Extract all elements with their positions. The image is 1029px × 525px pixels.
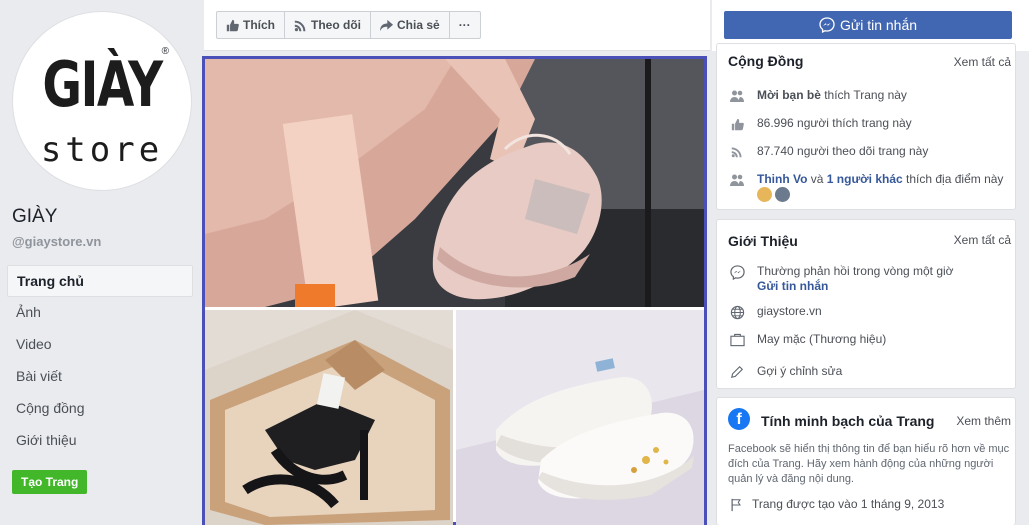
page-action-bar: Thích Theo dõi Chia sẻ ··· — [204, 0, 710, 51]
share-arrow-icon — [380, 19, 393, 31]
share-button[interactable]: Chia sẻ — [371, 12, 450, 38]
send-message-button[interactable]: Gửi tin nhắn — [724, 11, 1012, 39]
share-label: Chia sẻ — [397, 18, 440, 32]
avatar[interactable] — [775, 187, 790, 202]
followers-row: 87.740 người theo dõi trang này — [729, 144, 928, 160]
page-name[interactable]: GIÀY — [12, 206, 57, 228]
more-dots-icon: ··· — [458, 18, 471, 32]
photo-pink-sneaker[interactable] — [205, 59, 704, 307]
response-time-text: Thường phản hồi trong vòng một giờ — [757, 264, 954, 278]
nav-item-photos[interactable]: Ảnh — [7, 297, 193, 329]
messenger-icon — [819, 17, 835, 33]
likes-row: 86.996 người thích trang này — [729, 116, 912, 132]
website-link[interactable]: giaystore.vn — [757, 304, 822, 318]
like-label: Thích — [243, 18, 275, 32]
people-icon — [729, 172, 745, 188]
transparency-see-more-link[interactable]: Xem thêm — [956, 414, 1011, 428]
page-handle[interactable]: @giaystore.vn — [12, 234, 101, 249]
cover-photo-grid[interactable] — [202, 56, 707, 525]
follow-button[interactable]: Theo dõi — [285, 12, 371, 38]
nav-item-home[interactable]: Trang chủ — [7, 265, 193, 297]
logo-text-top: GIÀY — [42, 48, 163, 121]
community-title: Cộng Đồng — [728, 53, 804, 69]
pencil-icon — [729, 364, 745, 380]
thumb-up-icon — [729, 116, 745, 132]
facebook-logo-icon: f — [728, 408, 750, 430]
logo-text-bottom: store — [40, 130, 164, 170]
nav-item-videos[interactable]: Video — [7, 329, 193, 361]
people-icon — [729, 88, 745, 104]
page-logo[interactable]: GIÀY store ® — [12, 11, 192, 191]
nav-item-about[interactable]: Giới thiệu — [7, 425, 193, 457]
page-nav: Trang chủ Ảnh Video Bài viết Cộng đồng G… — [7, 265, 193, 457]
nav-item-community[interactable]: Cộng đồng — [7, 393, 193, 425]
messenger-icon — [729, 264, 745, 280]
community-see-all-link[interactable]: Xem tất cả — [954, 55, 1011, 69]
category-row: May mặc (Thương hiệu) — [729, 332, 886, 348]
transparency-card: f Tính minh bạch của Trang Xem thêm Face… — [716, 397, 1016, 525]
tag-icon — [729, 332, 745, 348]
left-sidebar: GIÀY store ® GIÀY @giaystore.vn Trang ch… — [0, 0, 203, 525]
suggest-edit-row: Gợi ý chỉnh sửa — [729, 364, 842, 380]
followers-count-text: 87.740 người theo dõi trang này — [757, 144, 929, 158]
action-button-group: Thích Theo dõi Chia sẻ ··· — [216, 11, 481, 39]
community-card: Cộng Đồng Xem tất cả Mời bạn bè thích Tr… — [716, 43, 1016, 210]
page-created-text: Trang được tạo vào 1 tháng 9, 2013 — [752, 497, 945, 511]
like-button[interactable]: Thích — [217, 12, 285, 38]
about-see-all-link[interactable]: Xem tất cả — [954, 233, 1011, 247]
thumb-up-icon — [226, 19, 239, 31]
website-row: giaystore.vn — [729, 304, 822, 320]
checkin-and-text: và — [807, 172, 827, 186]
about-send-message-link[interactable]: Gửi tin nhắn — [757, 279, 828, 293]
friend-avatars — [757, 187, 793, 202]
suggest-edit-link[interactable]: Gợi ý chỉnh sửa — [757, 364, 842, 378]
checkin-others-link[interactable]: 1 người khác — [827, 172, 903, 186]
checkin-row: Thinh Vo và 1 người khác thích địa điểm … — [729, 172, 1003, 188]
transparency-title: Tính minh bạch của Trang — [761, 413, 935, 429]
photo-white-sneakers-illustration — [456, 310, 704, 525]
create-page-button[interactable]: Tạo Trang — [12, 470, 88, 494]
photo-pink-sneaker-illustration — [205, 59, 704, 307]
avatar[interactable] — [757, 187, 772, 202]
invite-friends-link[interactable]: Mời bạn bè — [757, 88, 821, 102]
flag-icon — [728, 497, 744, 513]
page-created-row: Trang được tạo vào 1 tháng 9, 2013 — [728, 497, 944, 513]
rss-icon — [294, 20, 306, 31]
logo-registered-mark: ® — [161, 46, 169, 57]
more-options-button[interactable]: ··· — [450, 12, 480, 38]
rss-icon — [729, 144, 745, 160]
transparency-description: Facebook sẽ hiển thị thông tin để bạn hi… — [728, 443, 1010, 485]
globe-icon — [729, 304, 745, 320]
invite-friends-row: Mời bạn bè thích Trang này — [729, 88, 907, 104]
category-link[interactable]: May mặc (Thương hiệu) — [757, 332, 886, 346]
photo-black-heels-box[interactable] — [205, 310, 453, 525]
follow-label: Theo dõi — [311, 18, 361, 32]
invite-friends-text: thích Trang này — [820, 88, 907, 102]
checkin-rest-text: thích địa điểm này — [902, 172, 1004, 186]
response-row: Thường phản hồi trong vòng một giờ Gửi t… — [729, 264, 954, 294]
about-card: Giới Thiệu Xem tất cả Thường phản hồi tr… — [716, 219, 1016, 389]
send-message-label: Gửi tin nhắn — [839, 17, 918, 33]
about-title: Giới Thiệu — [728, 233, 798, 249]
nav-item-posts[interactable]: Bài viết — [7, 361, 193, 393]
photo-black-heels-illustration — [205, 310, 453, 525]
checkin-person-link[interactable]: Thinh Vo — [757, 172, 807, 186]
photo-white-sneakers[interactable] — [456, 310, 704, 525]
likes-count-text: 86.996 người thích trang này — [757, 116, 912, 130]
